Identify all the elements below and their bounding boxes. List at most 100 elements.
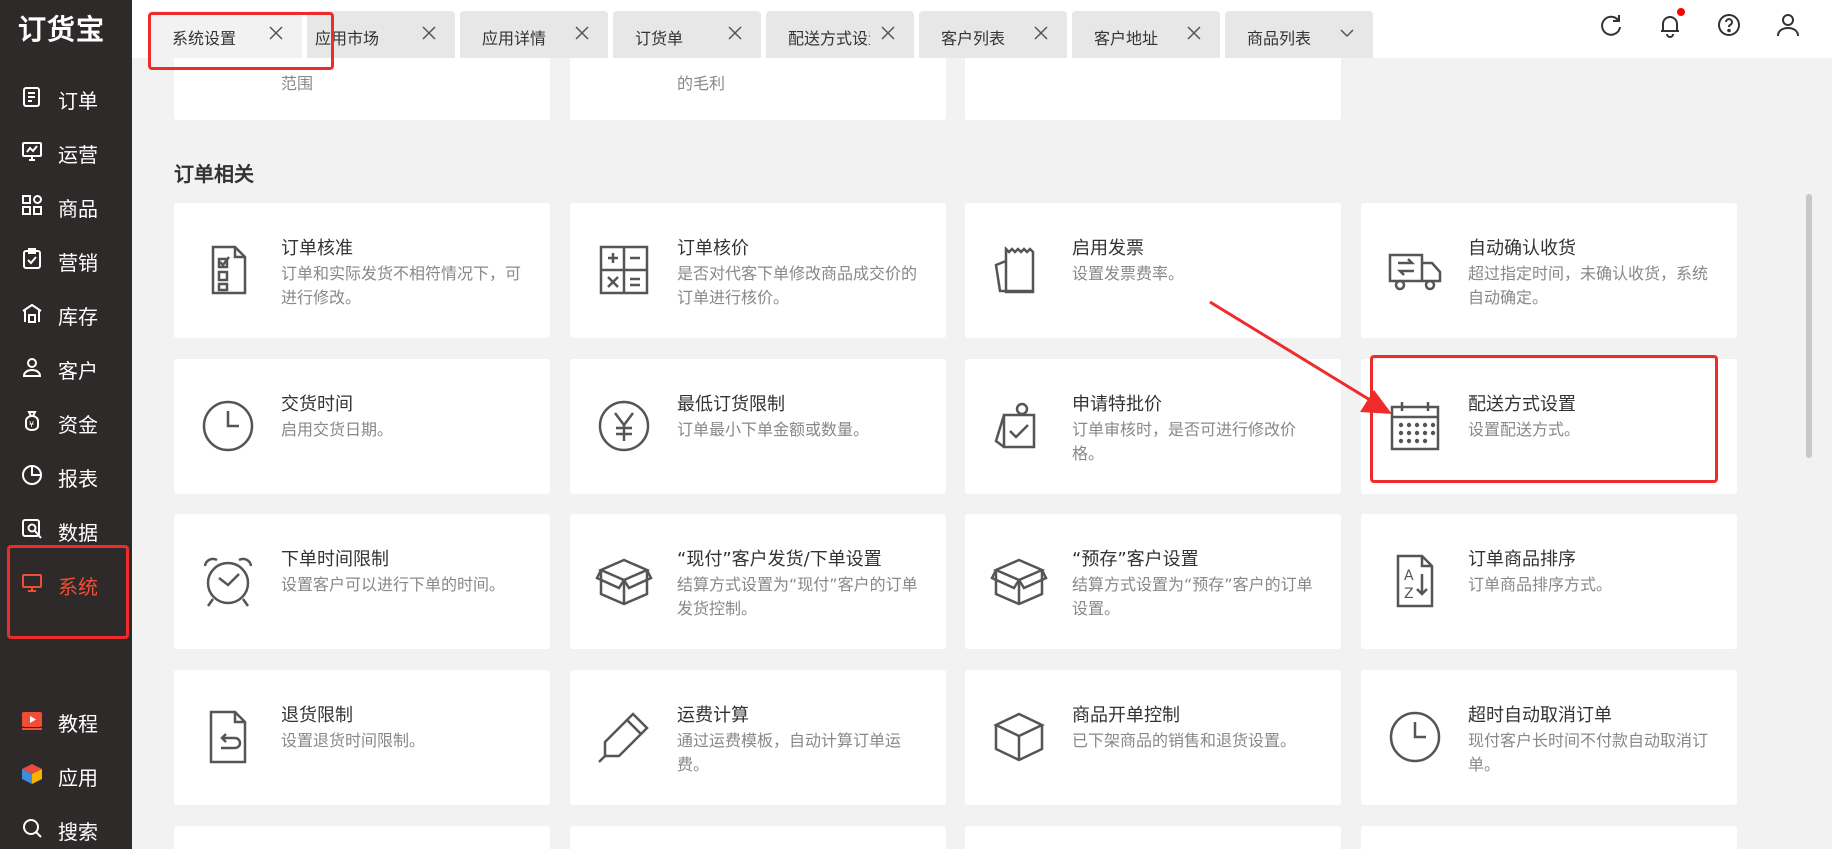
open-box-icon xyxy=(595,552,653,610)
tab-product-list[interactable]: 商品列表 xyxy=(1225,11,1373,58)
yen-icon xyxy=(595,397,653,455)
sidebar-item-inventory[interactable]: 库存 xyxy=(0,293,132,333)
search-icon xyxy=(20,816,44,840)
sidebar-item-label: 报表 xyxy=(58,467,98,491)
sidebar-item-customers[interactable]: 客户 xyxy=(0,347,132,387)
checklist-doc-icon xyxy=(199,241,257,299)
sidebar-item-label: 库存 xyxy=(58,305,98,329)
card-order-product-sort[interactable]: AZ 订单商品排序 订单商品排序方式。 xyxy=(1361,514,1737,649)
close-icon[interactable] xyxy=(421,25,437,41)
card-auto-confirm-receipt[interactable]: 自动确认收货 超过指定时间，未确认收货，系统自动确定。 xyxy=(1361,203,1737,338)
card-cash-customer-settings[interactable]: “现付”客户发货/下单设置 结算方式设置为“现付”客户的订单发货控制。 xyxy=(570,514,946,649)
box-icon xyxy=(990,708,1048,766)
card-prepaid-customer-settings[interactable]: “预存”客户设置 结算方式设置为“预存”客户的订单设置。 xyxy=(965,514,1341,649)
close-icon[interactable] xyxy=(1186,25,1202,41)
close-icon[interactable] xyxy=(1033,25,1049,41)
tab-customer-list[interactable]: 客户列表 xyxy=(919,11,1067,58)
sidebar-item-label: 商品 xyxy=(58,197,98,221)
card-enable-invoice[interactable]: 启用发票 设置发票费率。 xyxy=(965,203,1341,338)
sidebar-item-apps[interactable]: 应用 xyxy=(0,754,132,794)
calendar-icon xyxy=(1386,397,1444,455)
card-delivery-method-settings[interactable]: 配送方式设置 设置配送方式。 xyxy=(1361,359,1737,494)
scrollbar-thumb[interactable] xyxy=(1806,194,1812,458)
sidebar-item-search[interactable]: 搜索 xyxy=(0,808,132,848)
calculator-icon xyxy=(595,241,653,299)
card-order-pricing[interactable]: 订单核价 是否对代客下单修改商品成交价的订单进行核价。 xyxy=(570,203,946,338)
sidebar-item-label: 客户 xyxy=(58,359,98,383)
tab-bar: 系统设置 应用市场 应用详情 订货单 配送方式设置 客户列表 客户地址 商品列表 xyxy=(132,0,1832,58)
sidebar-item-marketing[interactable]: 营销 xyxy=(0,239,132,279)
invoice-icon xyxy=(990,241,1048,299)
tab-app-market[interactable]: 应用市场 xyxy=(307,11,455,58)
card-order-approval[interactable]: 订单核准 订单和实际发货不相符情况下，可进行修改。 xyxy=(174,203,550,338)
sidebar-item-label: 订单 xyxy=(58,89,98,113)
svg-text:¥: ¥ xyxy=(29,420,34,429)
sidebar-item-label: 应用 xyxy=(58,766,98,790)
card-special-price[interactable]: 申请特批价 订单审核时，是否可进行修改价格。 xyxy=(965,359,1341,494)
chart-board-icon xyxy=(20,139,44,163)
svg-text:Z: Z xyxy=(1404,586,1414,602)
sidebar-item-label: 运营 xyxy=(58,143,98,167)
card-partial[interactable] xyxy=(1361,826,1737,849)
sidebar-item-funds[interactable]: ¥ 资金 xyxy=(0,401,132,441)
play-icon xyxy=(20,708,44,732)
truck-icon xyxy=(1386,241,1444,299)
close-icon[interactable] xyxy=(880,25,896,41)
sort-az-icon: AZ xyxy=(1386,552,1444,610)
grid-icon xyxy=(20,193,44,217)
close-icon[interactable] xyxy=(268,25,284,41)
sidebar-item-products[interactable]: 商品 xyxy=(0,185,132,225)
approval-icon xyxy=(990,397,1048,455)
sidebar-item-tutorial[interactable]: 教程 xyxy=(0,700,132,740)
partial-card[interactable] xyxy=(965,58,1341,120)
warehouse-icon xyxy=(20,301,44,325)
alarm-clock-icon xyxy=(199,552,257,610)
sidebar-item-data[interactable]: 数据 xyxy=(0,509,132,549)
tab-system-settings[interactable]: 系统设置 xyxy=(150,11,302,58)
user-icon xyxy=(20,355,44,379)
card-return-limit[interactable]: 退货限制 设置退货时间限制。 xyxy=(174,670,550,805)
sidebar-item-label: 营销 xyxy=(58,251,98,275)
data-search-icon xyxy=(20,517,44,541)
close-icon[interactable] xyxy=(727,25,743,41)
card-freight-calc[interactable]: 运费计算 通过运费模板，自动计算订单运费。 xyxy=(570,670,946,805)
tab-order-list[interactable]: 订货单 xyxy=(613,11,761,58)
sidebar-item-operations[interactable]: 运营 xyxy=(0,131,132,171)
tab-delivery-settings[interactable]: 配送方式设置 xyxy=(766,11,914,58)
chevron-down-icon[interactable] xyxy=(1339,25,1355,41)
card-order-time-limit[interactable]: 下单时间限制 设置客户可以进行下单的时间。 xyxy=(174,514,550,649)
help-icon[interactable] xyxy=(1716,12,1742,38)
sidebar-item-label: 教程 xyxy=(58,712,98,736)
sidebar-item-reports[interactable]: 报表 xyxy=(0,455,132,495)
sidebar-item-system[interactable]: 系统 xyxy=(0,563,132,603)
tab-app-details[interactable]: 应用详情 xyxy=(460,11,608,58)
card-partial[interactable] xyxy=(965,826,1341,849)
card-partial[interactable] xyxy=(570,826,946,849)
card-delivery-time[interactable]: 交货时间 启用交货日期。 xyxy=(174,359,550,494)
cube-icon xyxy=(20,762,44,786)
scrollbar[interactable] xyxy=(1802,58,1818,849)
user-profile-icon[interactable] xyxy=(1775,12,1801,38)
app-logo: 订货宝 xyxy=(18,13,106,46)
tab-customer-address[interactable]: 客户地址 xyxy=(1072,11,1220,58)
return-doc-icon xyxy=(199,708,257,766)
main-content: 范围 的毛利 订单相关 订单核准 订单和实际发货不相符情况下，可进行修改。 订单… xyxy=(132,58,1802,849)
pen-icon xyxy=(595,708,653,766)
clipboard-check-icon xyxy=(20,247,44,271)
sidebar-item-label: 搜索 xyxy=(58,820,98,844)
refresh-icon[interactable] xyxy=(1598,12,1624,38)
bell-icon[interactable] xyxy=(1657,8,1685,38)
sidebar: 订货宝 订单 运营 商品 营销 库存 客户 ¥ 资金 报表 数据 系统 教程 应… xyxy=(0,0,132,849)
monitor-icon xyxy=(20,571,44,595)
close-icon[interactable] xyxy=(574,25,590,41)
card-min-order-limit[interactable]: 最低订货限制 订单最小下单金额或数量。 xyxy=(570,359,946,494)
partial-card[interactable]: 范围 xyxy=(174,58,550,120)
sidebar-item-label: 资金 xyxy=(58,413,98,437)
partial-card[interactable]: 的毛利 xyxy=(570,58,946,120)
clock-icon xyxy=(1386,708,1444,766)
section-title: 订单相关 xyxy=(174,162,254,186)
card-product-order-control[interactable]: 商品开单控制 已下架商品的销售和退货设置。 xyxy=(965,670,1341,805)
sidebar-item-orders[interactable]: 订单 xyxy=(0,77,132,117)
card-auto-cancel-order[interactable]: 超时自动取消订单 现付客户长时间不付款自动取消订单。 xyxy=(1361,670,1737,805)
card-partial[interactable] xyxy=(174,826,550,849)
